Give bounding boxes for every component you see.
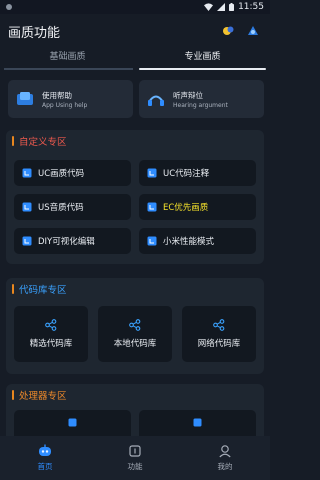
us-audio-code-button[interactable]: US音质代码 xyxy=(14,194,131,220)
library-section: 代码库专区 精选代码库 本地代码库 网络代码库 xyxy=(6,278,264,374)
profile-icon xyxy=(219,445,231,458)
help-card-hearing[interactable]: 听声辩位 Hearing argument xyxy=(139,80,264,118)
sun-moon-icon xyxy=(223,26,234,35)
help-cards: 使用帮助 App Using help 听声辩位 Hearing argumen… xyxy=(8,80,264,118)
status-icons: 11:55 xyxy=(204,2,270,12)
section-header: 自定义专区 xyxy=(6,130,264,152)
app-bar: 画质功能 xyxy=(0,14,270,48)
nav-label: 功能 xyxy=(127,462,143,471)
button-label: 网络代码库 xyxy=(197,339,241,349)
diy-visual-edit-button[interactable]: DIY可视化编辑 xyxy=(14,228,131,254)
nav-label: 我的 xyxy=(217,462,233,471)
help-card-title: 听声辩位 xyxy=(173,90,203,100)
theme-toggle-button[interactable] xyxy=(220,23,238,39)
ec-priority-quality-button[interactable]: EC优先画质 xyxy=(139,194,256,220)
featured-library-button[interactable]: 精选代码库 xyxy=(14,306,88,362)
bottom-navigation: 首页 功能 我的 xyxy=(0,436,270,480)
wifi-icon xyxy=(204,3,214,11)
help-card-subtitle: App Using help xyxy=(42,101,88,109)
section-accent-bar xyxy=(12,136,14,146)
section-accent-bar xyxy=(12,390,14,400)
help-card-subtitle: Hearing argument xyxy=(173,101,228,109)
custom-section: 自定义专区 UC画质代码 UC代码注释 US音质代码 EC优先画质 DIY可视化… xyxy=(6,130,264,264)
nav-functions[interactable]: 功能 xyxy=(90,436,180,480)
button-label: 本地代码库 xyxy=(113,339,157,349)
help-book-icon xyxy=(17,92,33,105)
status-bar: 11:55 xyxy=(0,0,270,14)
section-header: 处理器专区 xyxy=(6,384,264,406)
page-title: 画质功能 xyxy=(8,25,61,41)
button-label: EC优先画质 xyxy=(163,203,209,213)
share-icon xyxy=(45,319,57,331)
button-label: DIY可视化编辑 xyxy=(38,237,95,247)
network-library-button[interactable]: 网络代码库 xyxy=(182,306,256,362)
chip-icon xyxy=(68,418,77,427)
library-grid: 精选代码库 本地代码库 网络代码库 xyxy=(14,306,256,362)
custom-grid: UC画质代码 UC代码注释 US音质代码 EC优先画质 DIY可视化编辑 小米性… xyxy=(14,160,256,254)
code-file-icon xyxy=(22,202,32,212)
section-title: 自定义专区 xyxy=(19,137,67,148)
tab-pro-quality[interactable]: 专业画质 xyxy=(135,48,270,70)
battery-icon xyxy=(229,3,235,11)
help-card-title: 使用帮助 xyxy=(42,90,72,100)
code-file-icon xyxy=(147,168,157,178)
home-robot-icon xyxy=(39,444,51,456)
tab-basic-quality[interactable]: 基础画质 xyxy=(0,48,135,70)
nav-profile[interactable]: 我的 xyxy=(180,436,270,480)
section-title: 代码库专区 xyxy=(19,285,67,296)
app-bar-actions xyxy=(220,23,270,39)
section-accent-bar xyxy=(12,284,14,294)
button-label: US音质代码 xyxy=(38,203,84,213)
help-card-usage[interactable]: 使用帮助 App Using help xyxy=(8,80,133,118)
signal-icon xyxy=(217,3,226,11)
nav-label: 首页 xyxy=(37,462,53,471)
chip-icon xyxy=(193,418,202,427)
code-file-icon xyxy=(22,236,32,246)
button-label: 小米性能模式 xyxy=(163,237,215,247)
uc-code-comment-button[interactable]: UC代码注释 xyxy=(139,160,256,186)
button-label: 精选代码库 xyxy=(29,339,73,349)
function-box-icon xyxy=(129,445,141,457)
button-label: UC画质代码 xyxy=(38,169,85,179)
uc-quality-code-button[interactable]: UC画质代码 xyxy=(14,160,131,186)
local-library-button[interactable]: 本地代码库 xyxy=(98,306,172,362)
button-label: UC代码注释 xyxy=(163,169,210,179)
status-time: 11:55 xyxy=(238,2,264,12)
share-icon xyxy=(129,319,141,331)
section-title: 处理器专区 xyxy=(19,391,67,402)
share-icon xyxy=(213,319,225,331)
notification-dot-icon xyxy=(6,4,12,10)
xiaomi-performance-button[interactable]: 小米性能模式 xyxy=(139,228,256,254)
rocket-icon xyxy=(248,26,258,35)
code-file-icon xyxy=(22,168,32,178)
section-header: 代码库专区 xyxy=(6,278,264,300)
tab-bar: 基础画质 专业画质 xyxy=(0,48,270,70)
skin-switch-button[interactable] xyxy=(244,23,262,39)
headphone-icon xyxy=(148,95,164,106)
code-file-icon xyxy=(147,202,157,212)
code-file-icon xyxy=(147,236,157,246)
nav-home[interactable]: 首页 xyxy=(0,436,90,480)
processor-section: 处理器专区 xyxy=(6,384,264,444)
